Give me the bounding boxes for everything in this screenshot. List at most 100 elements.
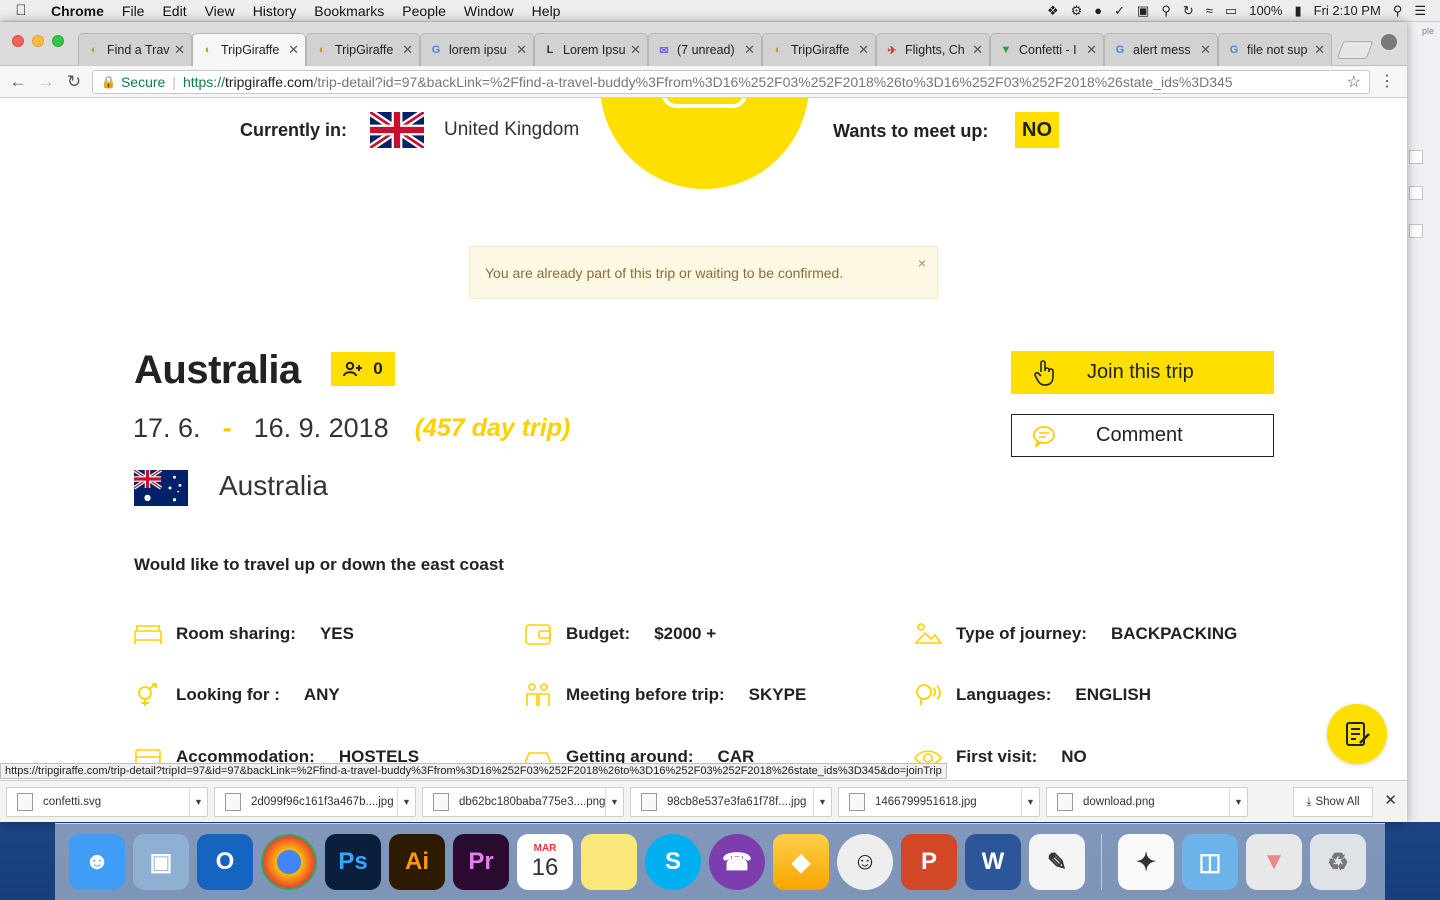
download-item[interactable]: db62bc180baba775e3....png ▼ (422, 786, 624, 817)
word-icon[interactable]: W (965, 834, 1021, 890)
textedit-icon[interactable]: ✎ (1029, 834, 1085, 890)
browser-tab[interactable]: ◐ TripGiraffe ✕ (192, 33, 306, 66)
reload-icon[interactable]: ↻ (60, 72, 88, 92)
sketch-icon[interactable]: ◆ (773, 834, 829, 890)
vector-icon: ▼ (1000, 44, 1012, 56)
download-item[interactable]: download.png ▼ (1046, 786, 1248, 817)
menu-window[interactable]: Window (455, 3, 523, 19)
key-icon[interactable]: ⚲ (1161, 3, 1171, 19)
menu-edit[interactable]: Edit (153, 3, 195, 19)
face-app-icon[interactable]: ☺ (837, 834, 893, 890)
confetti-file-icon[interactable]: ✦ (1118, 834, 1174, 890)
browser-tab[interactable]: ◐ TripGiraffe ✕ (762, 33, 876, 66)
download-item[interactable]: 1466799951618.jpg ▼ (838, 786, 1040, 817)
battery-icon[interactable]: ▮ (1294, 3, 1301, 19)
apple-menu-icon[interactable]:  (0, 2, 42, 19)
tab-close-icon[interactable]: ✕ (630, 42, 641, 58)
browser-tab[interactable]: Glorem ipsu ✕ (420, 33, 534, 66)
spotlight-search-icon[interactable]: ⚲ (1393, 3, 1403, 19)
download-item[interactable]: 98cb8e537e3fa61f78f....jpg ▼ (630, 786, 832, 817)
preview-icon[interactable]: ▣ (133, 834, 189, 890)
browser-tab[interactable]: Gfile not sup ✕ (1218, 33, 1332, 66)
menu-people[interactable]: People (393, 3, 455, 19)
tab-close-icon[interactable]: ✕ (972, 42, 983, 58)
forward-arrow-icon[interactable]: → (32, 72, 60, 92)
finder-icon[interactable]: ☻ (69, 834, 125, 890)
comment-button[interactable]: Comment (1011, 414, 1274, 457)
menu-history[interactable]: History (244, 3, 306, 19)
download-options-icon[interactable]: ▼ (397, 787, 415, 816)
speech-icon (916, 684, 941, 705)
browser-tab[interactable]: ✈ Flights, Ch ✕ (876, 33, 990, 66)
browser-tab[interactable]: Galert mess ✕ (1104, 33, 1218, 66)
profile-avatar-icon[interactable] (1381, 34, 1397, 50)
join-trip-button[interactable]: Join this trip (1011, 351, 1274, 394)
dropbox-icon[interactable]: ❖ (1047, 3, 1059, 19)
battery-percent[interactable]: 100% (1249, 3, 1282, 18)
gear-status-icon[interactable]: ⚙ (1071, 3, 1083, 19)
square-status-icon[interactable]: ▣ (1137, 3, 1149, 19)
download-options-icon[interactable]: ▼ (813, 787, 831, 816)
download-item[interactable]: confetti.svg ▼ (6, 786, 208, 817)
tab-close-icon[interactable]: ✕ (1200, 42, 1211, 58)
clock[interactable]: Fri 2:10 PM (1314, 3, 1381, 18)
menu-bookmarks[interactable]: Bookmarks (305, 3, 393, 19)
calendar-day: 16 (531, 853, 559, 881)
airplay-icon[interactable]: ▭ (1225, 3, 1237, 19)
download-item[interactable]: 2d099f96c161f3a467b....jpg ▼ (214, 786, 416, 817)
browser-tab[interactable]: ◐ Find a Trav ✕ (78, 33, 192, 66)
tab-close-icon[interactable]: ✕ (516, 42, 527, 58)
date-start: 17. 6. (133, 413, 201, 443)
close-window-button[interactable] (12, 35, 24, 47)
check-status-icon[interactable]: ✓ (1114, 3, 1125, 19)
address-bar[interactable]: 🔒 Secure | https:// tripgiraffe.com /tri… (92, 70, 1370, 94)
browser-tab[interactable]: ◐ TripGiraffe ✕ (306, 33, 420, 66)
tab-close-icon[interactable]: ✕ (174, 42, 185, 58)
premiere-icon[interactable]: Pr (453, 834, 509, 890)
powerpoint-icon[interactable]: P (901, 834, 957, 890)
tab-close-icon[interactable]: ✕ (1314, 42, 1325, 58)
download-options-icon[interactable]: ▼ (1021, 787, 1039, 816)
sync-icon[interactable]: ↻ (1183, 3, 1194, 19)
notification-center-icon[interactable]: ☰ (1414, 3, 1426, 19)
tab-close-icon[interactable]: ✕ (402, 42, 413, 58)
shared-folder-icon[interactable]: ◫ (1182, 834, 1238, 890)
menu-help[interactable]: Help (523, 3, 570, 19)
trash-icon[interactable]: ♻ (1310, 834, 1366, 890)
back-arrow-icon[interactable]: ← (4, 72, 32, 92)
illustrator-icon[interactable]: Ai (389, 834, 445, 890)
skype-icon[interactable]: S (645, 834, 701, 890)
downloads-stack-icon[interactable]: ▼ (1246, 834, 1302, 890)
skype-status-icon[interactable]: ● (1094, 3, 1102, 18)
tab-close-icon[interactable]: ✕ (1086, 42, 1097, 58)
chrome-icon[interactable] (261, 834, 317, 890)
minimize-window-button[interactable] (32, 35, 44, 47)
new-tab-button[interactable] (1336, 41, 1374, 59)
menu-file[interactable]: File (113, 3, 154, 19)
browser-tab[interactable]: L Lorem Ipsu ✕ (534, 33, 648, 66)
calendar-icon[interactable]: MAR 16 (517, 834, 573, 890)
floating-action-button[interactable] (1327, 704, 1387, 764)
bookmark-star-icon[interactable]: ☆ (1347, 72, 1361, 92)
tab-close-icon[interactable]: ✕ (858, 42, 869, 58)
notes-icon[interactable] (581, 834, 637, 890)
chrome-menu-icon[interactable]: ⋮ (1379, 71, 1395, 91)
close-download-shelf-icon[interactable]: ✕ (1384, 791, 1397, 809)
viber-icon[interactable]: ☎ (709, 834, 765, 890)
zoom-window-button[interactable] (52, 35, 64, 47)
tab-close-icon[interactable]: ✕ (744, 42, 755, 58)
show-all-downloads-button[interactable]: ⤓ Show All (1293, 787, 1373, 817)
outlook-icon[interactable]: O (197, 834, 253, 890)
menu-app-chrome[interactable]: Chrome (42, 3, 113, 19)
photoshop-icon[interactable]: Ps (325, 834, 381, 890)
alert-close-icon[interactable]: × (918, 255, 926, 271)
background-window-checkbox (1409, 186, 1423, 200)
download-options-icon[interactable]: ▼ (605, 787, 623, 816)
browser-tab[interactable]: ✉ (7 unread) ✕ (648, 33, 762, 66)
download-options-icon[interactable]: ▼ (189, 787, 207, 816)
browser-tab[interactable]: ▼ Confetti - I ✕ (990, 33, 1104, 66)
tab-close-icon[interactable]: ✕ (288, 42, 299, 58)
wifi-icon[interactable]: ≈ (1206, 3, 1213, 18)
menu-view[interactable]: View (196, 3, 244, 19)
download-options-icon[interactable]: ▼ (1229, 787, 1247, 816)
